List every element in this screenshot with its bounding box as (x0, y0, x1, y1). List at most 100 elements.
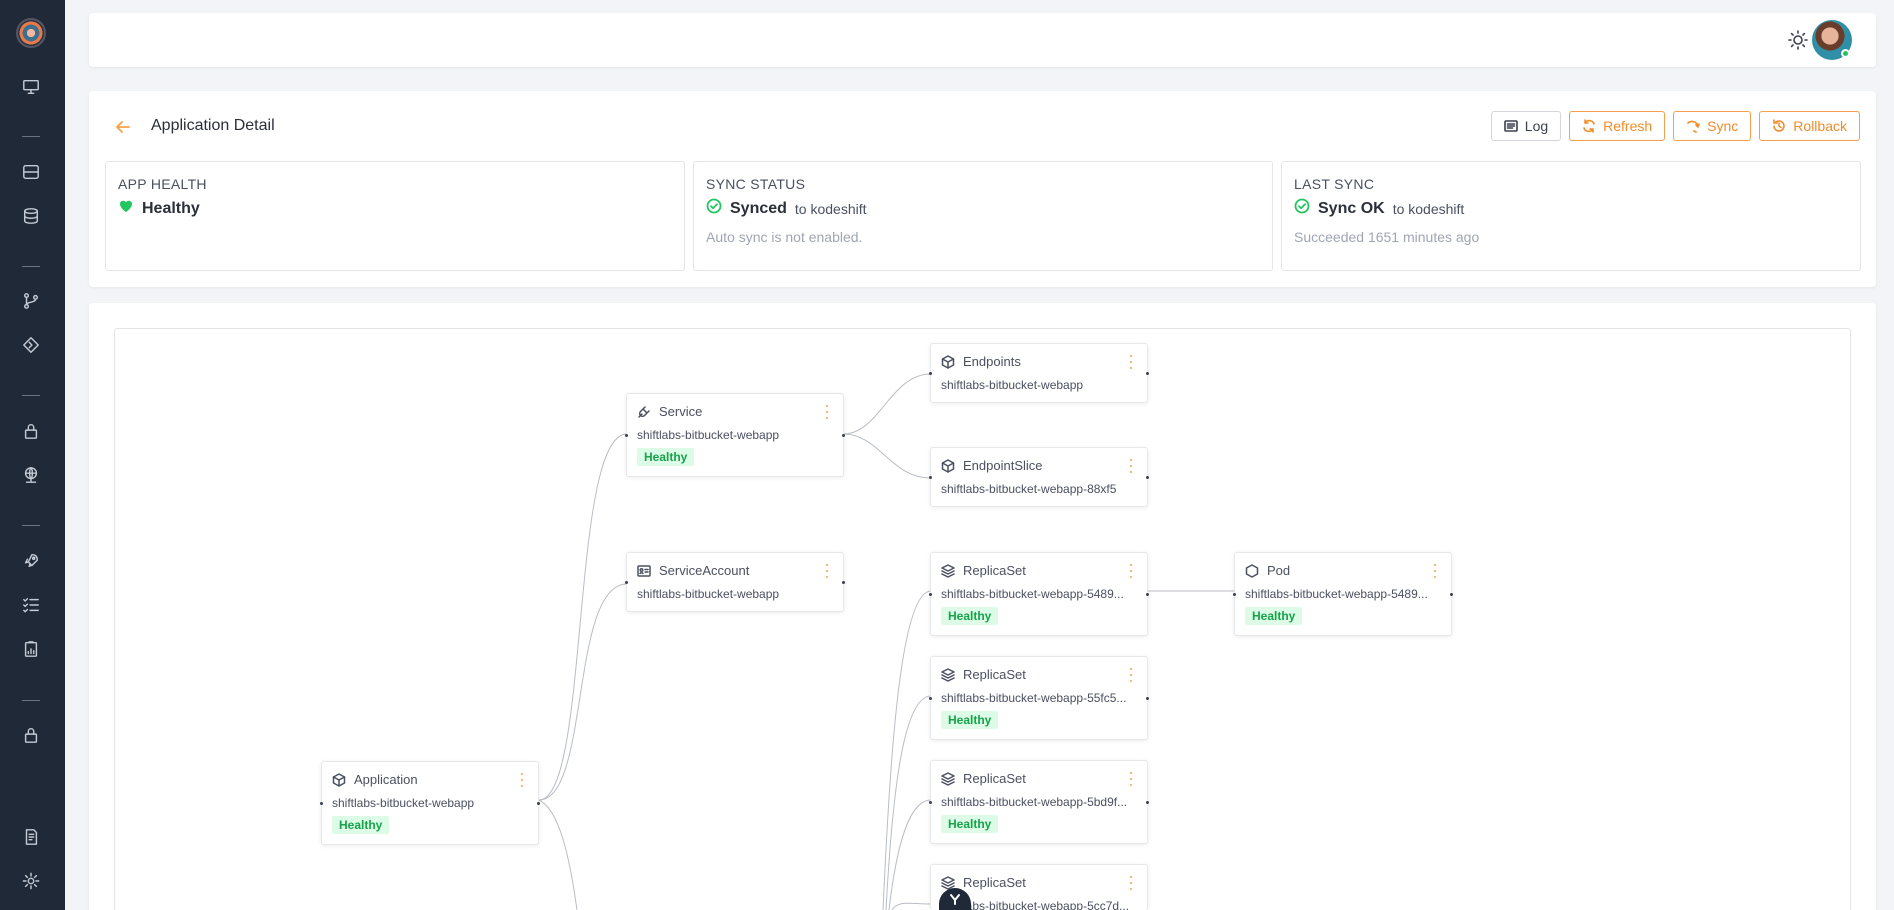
cube-icon (332, 772, 346, 787)
tree-node-service[interactable]: Service shiftlabs-bitbucket-webapp Healt… (625, 393, 845, 477)
last-sync-label: LAST SYNC (1294, 176, 1375, 192)
network-globe-icon[interactable] (20, 464, 42, 486)
tree-node-pod[interactable]: Pod shiftlabs-bitbucket-webapp-5489... H… (1233, 552, 1453, 636)
gear-icon[interactable] (20, 870, 42, 892)
back-arrow-icon[interactable] (113, 117, 133, 137)
status-badge: Healthy (1245, 607, 1303, 625)
layers-icon (941, 771, 955, 786)
clipboard-icon[interactable] (20, 638, 42, 660)
lock-icon[interactable] (20, 724, 42, 746)
node-name: shiftlabs-bitbucket-webapp-88xf5 (941, 482, 1117, 496)
refresh-button[interactable]: Refresh (1569, 111, 1666, 141)
top-bar (89, 13, 1876, 67)
sidebar (0, 0, 65, 910)
status-badge: Healthy (941, 815, 999, 833)
sync-status-target: to kodeshift (794, 200, 867, 217)
sun-icon[interactable] (1787, 29, 1809, 51)
sync-status-value: Synced (730, 199, 787, 217)
cube-icon (941, 458, 955, 473)
node-port-out (1146, 697, 1149, 700)
avatar[interactable] (1812, 20, 1852, 60)
sync-icon (1687, 120, 1700, 133)
node-menu-icon[interactable] (516, 772, 528, 787)
node-port-out (1146, 372, 1149, 375)
status-cards: APP HEALTH Healthy SYNC STATUS Synced to… (105, 161, 1861, 271)
node-kind: Endpoints (963, 354, 1021, 369)
rollback-button-label: Rollback (1793, 118, 1847, 134)
tree-node-replicaset[interactable]: ReplicaSet shiftlabs-bitbucket-webapp-5b… (929, 760, 1149, 844)
hexagon-icon (1245, 563, 1259, 578)
document-icon[interactable] (20, 826, 42, 848)
node-port-in (929, 801, 932, 804)
server-icon[interactable] (20, 161, 42, 183)
node-name: shiftlabs-bitbucket-webapp-55fc5... (941, 691, 1127, 705)
node-port-in (320, 802, 323, 805)
sync-status-sub: Auto sync is not enabled. (706, 229, 863, 245)
database-icon[interactable] (20, 205, 42, 227)
node-port-in (929, 697, 932, 700)
node-port-out (1450, 593, 1453, 596)
tree-node-endpoints[interactable]: Endpoints shiftlabs-bitbucket-webapp (929, 343, 1149, 403)
node-name: shiftlabs-bitbucket-webapp (332, 796, 475, 810)
node-kind: ReplicaSet (963, 771, 1026, 786)
git-branch-icon[interactable] (20, 290, 42, 312)
node-port-in (625, 434, 628, 437)
status-badge: Healthy (332, 816, 390, 834)
tree-node-serviceaccount[interactable]: ServiceAccount shiftlabs-bitbucket-webap… (625, 552, 845, 612)
refresh-button-label: Refresh (1603, 118, 1653, 134)
check-circle-icon (1294, 198, 1310, 219)
tree-node-application[interactable]: Application shiftlabs-bitbucket-webapp H… (320, 761, 540, 845)
sync-button[interactable]: Sync (1673, 111, 1752, 141)
sidebar-divider (22, 700, 40, 701)
node-name: shiftlabs-bitbucket-webapp (941, 378, 1084, 392)
tree-node-endpointslice[interactable]: EndpointSlice shiftlabs-bitbucket-webapp… (929, 447, 1149, 507)
node-port-in (929, 593, 932, 596)
node-kind: Service (659, 404, 703, 419)
last-sync-sub: Succeeded 1651 minutes ago (1294, 229, 1480, 245)
rollback-button[interactable]: Rollback (1759, 111, 1860, 141)
node-menu-icon[interactable] (821, 404, 833, 419)
tree-node-replicaset[interactable]: ReplicaSet shiftlabs-bitbucket-webapp-54… (929, 552, 1149, 636)
lock-icon[interactable] (20, 420, 42, 442)
tree-node-replicaset[interactable]: ReplicaSet shiftlabs-bitbucket-webapp-55… (929, 656, 1149, 740)
node-menu-icon[interactable] (1125, 458, 1137, 473)
node-menu-icon[interactable] (1125, 667, 1137, 682)
status-badge: Healthy (637, 448, 695, 466)
node-port-out (842, 434, 845, 437)
node-menu-icon[interactable] (1125, 771, 1137, 786)
rocket-icon[interactable] (20, 550, 42, 572)
node-kind: EndpointSlice (963, 458, 1043, 473)
last-sync-value: Sync OK (1318, 199, 1385, 217)
node-port-in (929, 476, 932, 479)
node-port-in (1233, 593, 1236, 596)
node-kind: ReplicaSet (963, 875, 1026, 890)
app-logo[interactable] (16, 18, 46, 48)
node-kind: ReplicaSet (963, 563, 1026, 578)
sync-button-label: Sync (1707, 118, 1739, 134)
sidebar-divider (22, 395, 40, 396)
check-circle-icon (706, 198, 722, 219)
node-name: shiftlabs-bitbucket-webapp (637, 587, 780, 601)
id-card-icon (637, 564, 651, 577)
node-menu-icon[interactable] (1125, 563, 1137, 578)
node-port-out (537, 802, 540, 805)
refresh-icon (1583, 119, 1595, 133)
last-sync-card: LAST SYNC Sync OK to kodeshift Succeeded… (1281, 161, 1861, 271)
node-kind: Pod (1267, 563, 1291, 578)
page-title: Application Detail (151, 117, 275, 134)
node-kind: ReplicaSet (963, 667, 1026, 682)
monitor-icon[interactable] (20, 76, 42, 98)
status-badge: Healthy (941, 607, 999, 625)
log-icon (1503, 120, 1518, 132)
collapse-chevron-icon (950, 894, 960, 905)
node-port-out (1146, 476, 1149, 479)
sidebar-divider (22, 136, 40, 137)
node-menu-icon[interactable] (821, 563, 833, 578)
log-button[interactable]: Log (1490, 111, 1562, 141)
checklist-icon[interactable] (20, 594, 42, 616)
node-menu-icon[interactable] (1125, 875, 1137, 890)
git-diamond-icon[interactable] (20, 334, 42, 356)
node-name: shiftlabs-bitbucket-webapp-5bd9f... (941, 795, 1128, 809)
node-menu-icon[interactable] (1125, 354, 1137, 369)
node-menu-icon[interactable] (1429, 563, 1441, 578)
